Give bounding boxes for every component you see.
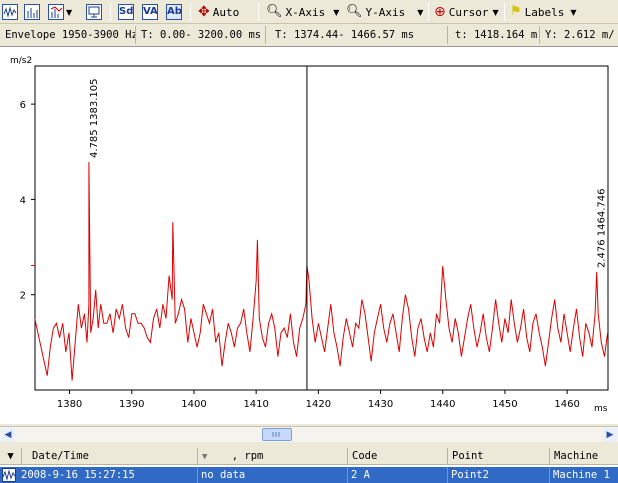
- waveform-chart[interactable]: 1380 1390 1400 1410 1420 1430 1440 1450 1460 2 4 6…: [0, 46, 618, 424]
- info-bar: Envelope 1950-3900 Hz T: 0.00- 3200.00 m…: [0, 25, 618, 45]
- cell-rpm: no data: [198, 467, 348, 483]
- bar-chart-icon: [48, 4, 64, 20]
- waveform-view-button[interactable]: [2, 2, 18, 22]
- cell-machine: Machine 1: [553, 469, 610, 481]
- scroll-thumb[interactable]: [262, 428, 292, 441]
- chart-type-button[interactable]: ▼: [48, 2, 72, 22]
- toolbar-separator: [258, 3, 259, 21]
- va-button[interactable]: VA: [142, 2, 158, 22]
- horizontal-scrollbar[interactable]: ◀ ▶: [0, 426, 618, 442]
- column-datetime[interactable]: Date/Time: [22, 448, 198, 465]
- toolbar-separator: [190, 3, 191, 21]
- ab-icon: Ab: [166, 4, 182, 20]
- column-machine[interactable]: Machine: [550, 448, 618, 465]
- monitor-icon: [86, 4, 102, 20]
- column-code[interactable]: Code: [348, 448, 448, 465]
- column-rpm-label: , rpm: [231, 450, 264, 462]
- waveform-icon: [0, 467, 18, 483]
- waveform-icon: [2, 4, 18, 20]
- y-axis-label: Y-Axis: [365, 5, 406, 19]
- chevron-down-icon[interactable]: ▼: [202, 452, 207, 462]
- chevron-down-icon[interactable]: ▼: [66, 8, 72, 17]
- x-axis-menu-button[interactable]: 🔍︎ X-Axis ▼: [266, 2, 339, 22]
- cursor-time-readout: t: 1418.164 m: [450, 26, 540, 44]
- move-arrows-icon: ✥: [198, 4, 210, 20]
- auto-scale-button[interactable]: ✥ Auto: [198, 2, 239, 22]
- scroll-left-icon[interactable]: ◀: [1, 428, 15, 442]
- x-tick-label: 1420: [306, 399, 331, 410]
- table-header: ▼ Date/Time ▼ , rpm Code Point Machine: [0, 448, 618, 465]
- x-tick-label: 1380: [57, 399, 82, 410]
- monitor-view-button[interactable]: [86, 2, 102, 22]
- y-axis-menu-button[interactable]: 🔍︎ Y-Axis ▼: [346, 2, 423, 22]
- toolbar: ▼ Sd VA Ab ✥ Auto 🔍︎ X-Axis ▼ 🔍︎ Y-Axis …: [0, 0, 618, 24]
- sd-icon: Sd: [118, 4, 134, 20]
- envelope-filter: Envelope 1950-3900 Hz: [0, 26, 136, 44]
- sd-button[interactable]: Sd: [118, 2, 134, 22]
- cell-code: 2 A: [348, 467, 448, 483]
- x-axis-label: X-Axis: [285, 5, 326, 19]
- chevron-down-icon[interactable]: ▼: [333, 8, 339, 17]
- scroll-right-icon[interactable]: ▶: [603, 428, 617, 442]
- y-tick-label: 2: [20, 291, 26, 302]
- crosshair-icon: ⊕: [434, 4, 446, 20]
- x-tick-label: 1450: [492, 399, 517, 410]
- auto-label: Auto: [212, 5, 240, 19]
- x-tick-label: 1430: [368, 399, 393, 410]
- spectrum-view-button[interactable]: [24, 2, 40, 22]
- x-axis-unit-label: ms: [594, 404, 608, 414]
- flag-icon: ⚑: [510, 4, 522, 19]
- chevron-down-icon[interactable]: ▼: [570, 8, 576, 17]
- time-range: T: 0.00- 3200.00 ms: [136, 26, 266, 44]
- y-axis-unit-label: m/s2: [10, 56, 32, 66]
- zoom-icon: 🔍︎: [346, 4, 363, 19]
- column-point[interactable]: Point: [448, 448, 550, 465]
- visible-time-range: T: 1374.44- 1466.57 ms: [270, 26, 448, 44]
- chevron-down-icon[interactable]: ▼: [492, 8, 498, 17]
- toolbar-separator: [428, 3, 429, 21]
- peak-annotation: 4.785 1383.105: [89, 78, 100, 158]
- chevron-down-icon[interactable]: ▼: [417, 8, 423, 17]
- measurement-table: ▼ Date/Time ▼ , rpm Code Point Machine 2…: [0, 448, 618, 483]
- x-tick-label: 1400: [181, 399, 206, 410]
- cursor-menu-button[interactable]: ⊕ Cursor ▼: [434, 2, 499, 22]
- labels-menu-button[interactable]: ⚑ Labels ▼: [510, 2, 577, 22]
- cell-point: Point2: [448, 467, 550, 483]
- ab-button[interactable]: Ab: [166, 2, 182, 22]
- cursor-value-readout: Y: 2.612 m/: [545, 29, 615, 41]
- table-row[interactable]: 2008-9-16 15:27:15 no data 2 A Point2 Ma…: [0, 467, 618, 483]
- cell-datetime: 2008-9-16 15:27:15: [18, 467, 198, 483]
- column-rpm[interactable]: ▼ , rpm: [198, 448, 348, 465]
- x-tick-label: 1440: [430, 399, 455, 410]
- toolbar-separator: [110, 3, 111, 21]
- peak-annotation: 2.476 1464.746: [597, 188, 608, 268]
- spectrum-icon: [24, 4, 40, 20]
- y-tick-label: 4: [20, 195, 26, 206]
- header-sort-icon[interactable]: ▼: [0, 448, 22, 465]
- x-tick-label: 1460: [554, 399, 579, 410]
- labels-label: Labels: [524, 5, 565, 19]
- x-tick-label: 1410: [243, 399, 268, 410]
- toolbar-separator: [504, 3, 505, 21]
- chart-svg[interactable]: 1380 1390 1400 1410 1420 1430 1440 1450 1460 2 4 6…: [0, 47, 618, 425]
- plot-frame: [34, 65, 609, 391]
- va-icon: VA: [142, 4, 158, 20]
- x-tick-label: 1390: [119, 399, 144, 410]
- zoom-icon: 🔍︎: [266, 4, 283, 19]
- cursor-label: Cursor: [448, 5, 489, 19]
- y-tick-label: 6: [20, 100, 26, 111]
